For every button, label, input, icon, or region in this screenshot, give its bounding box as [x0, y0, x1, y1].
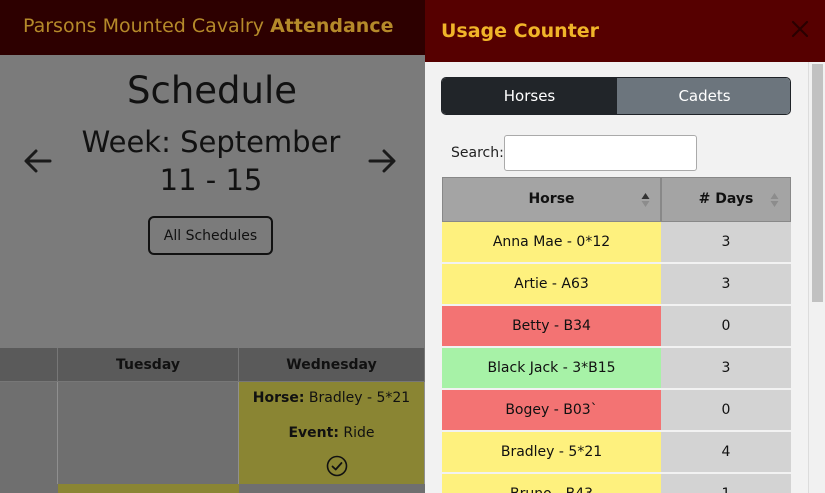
week-line-1: Week: September: [81, 125, 341, 159]
horse-name-cell: Bogey - B03`: [442, 390, 661, 430]
event-horse-value: Bradley - 5*21: [308, 390, 411, 406]
arrow-right-icon[interactable]: [366, 145, 398, 177]
all-schedules-button[interactable]: All Schedules: [148, 216, 273, 255]
calendar-header-monday: [0, 348, 58, 382]
arrow-left-icon[interactable]: [22, 145, 54, 177]
tab-cadets[interactable]: Cadets: [617, 78, 790, 114]
tab-horses[interactable]: Horses: [442, 78, 617, 114]
event-type-value: Ride: [343, 425, 375, 441]
calendar-header-tuesday: Tuesday: [58, 348, 239, 382]
search-input[interactable]: [504, 135, 697, 171]
modal-body: Horses Cadets Search: Horse # Days Anna …: [425, 62, 825, 493]
scrollbar[interactable]: [808, 62, 825, 493]
calendar-header-wednesday: Wednesday: [239, 348, 425, 382]
check-circle-icon[interactable]: [326, 455, 348, 477]
modal-title: Usage Counter: [441, 20, 600, 42]
horse-name-cell: Black Jack - 3*B15: [442, 348, 661, 388]
table-row[interactable]: Artie - A63 3: [442, 264, 791, 306]
horse-name-cell: Betty - B34: [442, 306, 661, 346]
calendar-cell[interactable]: [0, 382, 58, 484]
horse-name-cell: Anna Mae - 0*12: [442, 222, 661, 262]
days-count-cell: 0: [661, 306, 791, 346]
brand-bold: Attendance: [270, 15, 394, 37]
column-header-label: # Days: [698, 191, 754, 207]
table-row[interactable]: Bruno - B431: [442, 474, 791, 493]
table-row[interactable]: Bogey - B03` 0: [442, 390, 791, 432]
search-label: Search:: [451, 145, 504, 161]
sort-asc-icon: [641, 193, 650, 207]
usage-counter-modal: Usage Counter Horses Cadets Search: Hors…: [425, 0, 825, 493]
horse-name-cell: Bruno - B43: [442, 474, 661, 493]
modal-header: Usage Counter: [425, 0, 825, 62]
view-toggle: Horses Cadets: [441, 77, 791, 115]
week-line-2: 11 - 15: [159, 163, 263, 197]
brand-title[interactable]: Parsons Mounted Cavalry Attendance: [23, 15, 393, 37]
close-icon[interactable]: [789, 18, 811, 40]
sort-icon: [770, 193, 779, 207]
days-count-cell: 3: [661, 222, 791, 262]
horse-name-cell: Artie - A63: [442, 264, 661, 304]
days-count-cell: 4: [661, 432, 791, 472]
event-type-line: Event: Ride: [239, 425, 424, 441]
event-horse-line: Horse: Bradley - 5*21: [239, 390, 424, 406]
calendar-cell[interactable]: [239, 484, 425, 493]
event-type-label: Event:: [288, 425, 339, 441]
calendar-cell[interactable]: [0, 484, 58, 493]
scrollbar-thumb[interactable]: [812, 64, 823, 302]
table-row[interactable]: Bradley - 5*21 4: [442, 432, 791, 474]
calendar-cell[interactable]: [58, 382, 239, 484]
brand-regular: Parsons Mounted Cavalry: [23, 15, 265, 37]
days-count-cell: 3: [661, 348, 791, 388]
column-header-days[interactable]: # Days: [661, 177, 791, 222]
event-horse-label: Horse:: [252, 390, 305, 406]
page-title: Schedule: [126, 69, 298, 112]
column-header-horse[interactable]: Horse: [442, 177, 661, 222]
week-title: Week: September 11 - 15: [74, 123, 348, 199]
calendar-event[interactable]: Horse: Bradley - 5*21 Event: Ride: [239, 382, 425, 484]
calendar-event[interactable]: [58, 484, 239, 493]
days-count-cell: 1: [661, 474, 791, 493]
days-count-cell: 3: [661, 264, 791, 304]
days-count-cell: 0: [661, 390, 791, 430]
table-row[interactable]: Betty - B34 0: [442, 306, 791, 348]
column-header-label: Horse: [528, 191, 575, 207]
table-row[interactable]: Anna Mae - 0*12 3: [442, 222, 791, 264]
table-row[interactable]: Black Jack - 3*B15 3: [442, 348, 791, 390]
horse-name-cell: Bradley - 5*21: [442, 432, 661, 472]
calendar-grid: Tuesday Wednesday Horse: Bradley - 5*21 …: [0, 348, 425, 493]
